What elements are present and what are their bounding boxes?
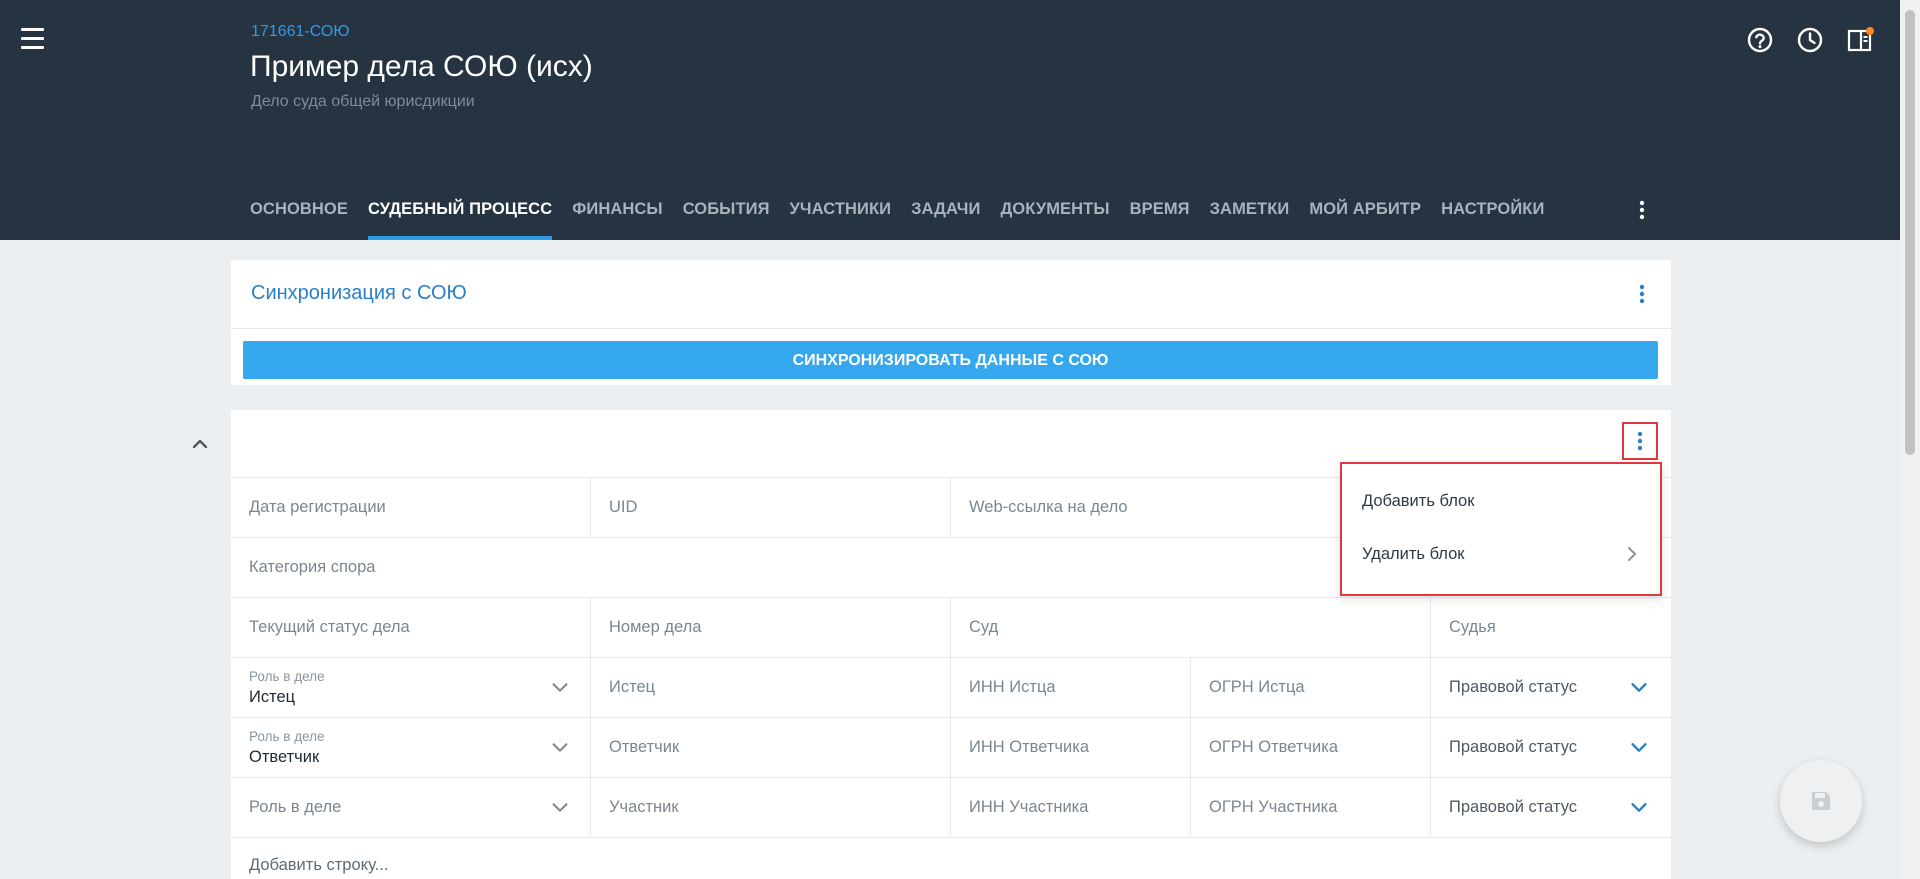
tab-bar: Основное Судебный процесс Финансы Событи… (250, 190, 1554, 240)
panel-icon[interactable] (1846, 26, 1874, 54)
ogrn-field[interactable]: ОГРН Участника (1191, 778, 1431, 837)
legal-status-label: Правовой статус (1449, 678, 1578, 696)
app-header: 171661-СОЮ Пример дела СОЮ (исх) Дело су… (0, 0, 1900, 240)
role-label: Роль в деле (249, 729, 325, 744)
menu-icon[interactable] (18, 28, 48, 52)
menu-item-add-block[interactable]: Добавить блок (1362, 492, 1474, 511)
tab-notes[interactable]: Заметки (1200, 190, 1300, 240)
scrollbar[interactable] (1900, 0, 1920, 879)
chevron-right-icon (1628, 547, 1636, 561)
legal-status-label: Правовой статус (1449, 798, 1578, 816)
table-row: Роль в деле Истец Истец ИНН Истца ОГРН И… (231, 658, 1671, 718)
participant-name-field[interactable]: Истец (591, 658, 951, 717)
participant-name-field[interactable]: Участник (591, 778, 951, 837)
more-vert-icon (1637, 431, 1643, 451)
ogrn-field[interactable]: ОГРН Истца (1191, 658, 1431, 717)
more-vert-icon[interactable] (1630, 282, 1654, 306)
sync-title: Синхронизация с СОЮ (251, 282, 467, 304)
save-button[interactable] (1780, 760, 1862, 842)
legal-status-select[interactable]: Правовой статус (1431, 718, 1671, 777)
role-select[interactable]: Роль в деле Истец (231, 658, 591, 717)
legal-status-label: Правовой статус (1449, 738, 1578, 756)
legal-status-select[interactable]: Правовой статус (1431, 778, 1671, 837)
tab-finance[interactable]: Финансы (562, 190, 672, 240)
page-subtitle: Дело суда общей юрисдикции (251, 93, 475, 110)
add-row-link[interactable]: Добавить строку... (249, 856, 388, 875)
inn-field[interactable]: ИНН Участника (951, 778, 1191, 837)
tab-main[interactable]: Основное (250, 190, 358, 240)
sync-button[interactable]: Синхронизировать данные с СОЮ (243, 341, 1658, 379)
page-title: Пример дела СОЮ (исх) (250, 50, 593, 83)
case-number-field[interactable]: Номер дела (591, 598, 951, 657)
sync-card: Синхронизация с СОЮ Синхронизировать дан… (231, 260, 1671, 385)
tab-court-process[interactable]: Судебный процесс (358, 190, 562, 240)
history-icon[interactable] (1796, 26, 1824, 54)
tab-documents[interactable]: Документы (990, 190, 1119, 240)
chevron-up-icon[interactable] (188, 432, 212, 456)
table-row: Текущий статус дела Номер дела Суд Судья (231, 598, 1671, 658)
inn-field[interactable]: ИНН Истца (951, 658, 1191, 717)
table-row: Роль в деле Участник ИНН Участника ОГРН … (231, 778, 1671, 838)
tab-my-arbitr[interactable]: Мой Арбитр (1299, 190, 1431, 240)
tab-events[interactable]: События (673, 190, 780, 240)
uid-field[interactable]: UID (591, 478, 951, 537)
divider (231, 328, 1671, 329)
case-number-link[interactable]: 171661-СОЮ (251, 23, 350, 41)
reg-date-field[interactable]: Дата регистрации (231, 478, 591, 537)
menu-item-delete-block[interactable]: Удалить блок (1362, 545, 1465, 564)
court-field[interactable]: Суд (951, 598, 1431, 657)
tab-time[interactable]: Время (1120, 190, 1200, 240)
judge-field[interactable]: Судья (1431, 598, 1671, 657)
role-select[interactable]: Роль в деле Ответчик (231, 718, 591, 777)
legal-status-select[interactable]: Правовой статус (1431, 658, 1671, 717)
inn-field[interactable]: ИНН Ответчика (951, 718, 1191, 777)
scrollbar-thumb[interactable] (1905, 10, 1915, 455)
role-value: Ответчик (249, 748, 320, 766)
role-select[interactable]: Роль в деле (231, 778, 591, 837)
notification-dot-icon (1866, 27, 1874, 35)
ogrn-field[interactable]: ОГРН Ответчика (1191, 718, 1431, 777)
role-placeholder: Роль в деле (249, 798, 342, 816)
chevron-down-icon (1631, 743, 1647, 752)
save-icon (1812, 792, 1830, 810)
chevron-down-icon (1631, 803, 1647, 812)
role-label: Роль в деле (249, 669, 325, 684)
help-icon[interactable] (1746, 26, 1774, 54)
chevron-down-icon (552, 683, 568, 692)
tab-participants[interactable]: Участники (780, 190, 902, 240)
participant-name-field[interactable]: Ответчик (591, 718, 951, 777)
chevron-down-icon (1631, 683, 1647, 692)
block-context-menu: Добавить блок Удалить блок (1340, 462, 1662, 596)
tab-tasks[interactable]: Задачи (901, 190, 990, 240)
table-row: Роль в деле Ответчик Ответчик ИНН Ответч… (231, 718, 1671, 778)
chevron-down-icon (552, 743, 568, 752)
role-value: Истец (249, 688, 296, 706)
chevron-down-icon (552, 803, 568, 812)
case-status-field[interactable]: Текущий статус дела (231, 598, 591, 657)
tab-settings[interactable]: Настройки (1431, 190, 1554, 240)
block-menu-button[interactable] (1622, 422, 1658, 460)
more-vert-icon[interactable] (1630, 198, 1654, 222)
